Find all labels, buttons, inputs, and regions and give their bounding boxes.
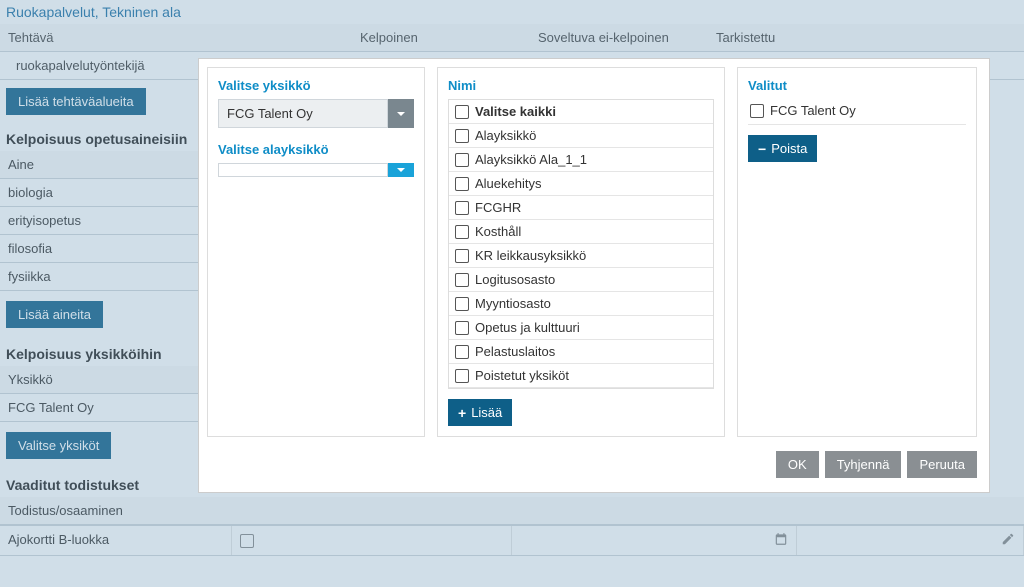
list-item[interactable]: Aluekehitys [449,172,713,196]
checkbox-icon[interactable] [455,153,469,167]
checkbox-icon[interactable] [455,225,469,239]
subunit-select[interactable] [218,163,414,177]
list-item[interactable]: Alayksikkö [449,124,713,148]
list-item[interactable]: Poistetut yksiköt [449,364,713,388]
subunit-select-value [218,163,388,177]
checkbox-icon[interactable] [455,177,469,191]
unit-select[interactable]: FCG Talent Oy [218,99,414,128]
list-item[interactable]: Logitusosasto [449,268,713,292]
clear-button[interactable]: Tyhjennä [825,451,902,478]
select-all-row[interactable]: Valitse kaikki [449,100,713,124]
list-item[interactable]: Raporttipohjayksikkö [449,388,713,389]
modal-overlay: Valitse yksikkö FCG Talent Oy Valitse al… [0,0,1024,587]
chevron-down-icon[interactable] [388,163,414,177]
checkbox-icon[interactable] [455,273,469,287]
modal-footer: OK Tyhjennä Peruuta [207,437,981,484]
checkbox-icon[interactable] [455,369,469,383]
unit-select-value: FCG Talent Oy [218,99,388,128]
add-button[interactable]: + Lisää [448,399,512,426]
label-valitse-yksikko: Valitse yksikkö [218,78,414,93]
chevron-down-icon[interactable] [388,99,414,128]
checkbox-icon[interactable] [455,129,469,143]
select-units-modal: Valitse yksikkö FCG Talent Oy Valitse al… [198,58,990,493]
checkbox-icon[interactable] [455,249,469,263]
checkbox-icon[interactable] [455,105,469,119]
unit-select-panel: Valitse yksikkö FCG Talent Oy Valitse al… [207,67,425,437]
label-valitse-alayksikko: Valitse alayksikkö [218,142,414,157]
list-item[interactable]: Myyntiosasto [449,292,713,316]
checkbox-icon[interactable] [455,297,469,311]
select-all-label: Valitse kaikki [475,104,556,119]
cancel-button[interactable]: Peruuta [907,451,977,478]
checkbox-icon[interactable] [750,104,764,118]
list-item[interactable]: Kosthåll [449,220,713,244]
unit-list[interactable]: Alayksikkö Alayksikkö Ala_1_1 Aluekehity… [449,124,713,389]
label-valitut: Valitut [748,78,966,93]
checkbox-icon[interactable] [455,201,469,215]
list-item[interactable]: FCGHR [449,196,713,220]
selected-item[interactable]: FCG Talent Oy [748,99,966,125]
minus-icon: − [758,142,766,156]
list-item[interactable]: Alayksikkö Ala_1_1 [449,148,713,172]
selected-panel: Valitut FCG Talent Oy − Poista [737,67,977,437]
list-item[interactable]: Pelastuslaitos [449,340,713,364]
plus-icon: + [458,406,466,420]
remove-button[interactable]: − Poista [748,135,817,162]
label-nimi: Nimi [448,78,714,93]
list-item[interactable]: KR leikkausyksikkö [449,244,713,268]
checkbox-icon[interactable] [455,321,469,335]
ok-button[interactable]: OK [776,451,819,478]
checkbox-icon[interactable] [455,345,469,359]
list-item[interactable]: Opetus ja kulttuuri [449,316,713,340]
name-list-panel: Nimi Valitse kaikki Alayksikkö Alayksikk… [437,67,725,437]
